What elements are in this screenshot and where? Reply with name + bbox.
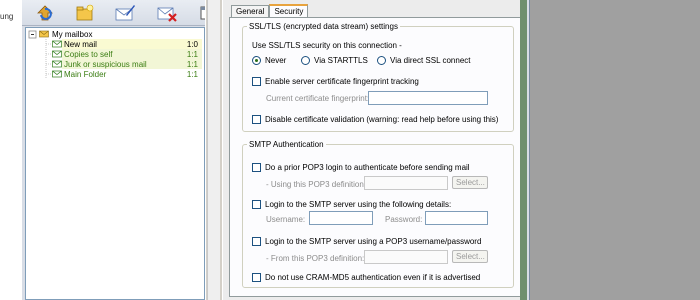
background-window: ung <box>0 0 22 300</box>
tree-item-count: 1:1 <box>186 69 198 79</box>
tree-item-label: Main Folder <box>64 69 107 79</box>
disable-validation-label: Disable certificate validation (warning:… <box>265 115 499 124</box>
pop3-select-button[interactable]: Select... <box>452 176 488 189</box>
smtp-login-checkbox[interactable] <box>252 200 261 209</box>
pop3-from-select-button[interactable]: Select... <box>452 250 488 263</box>
ssl-use-label: Use SSL/TLS security on this connection … <box>252 41 402 50</box>
smtp-pop3-login-checkbox[interactable] <box>252 237 261 246</box>
settings-dialog: General Security SSL/TLS (encrypted data… <box>222 0 524 300</box>
window-edge <box>520 0 527 300</box>
smtp-pop3-login-label: Login to the SMTP server using a POP3 us… <box>265 237 482 246</box>
pop3-before-label: Do a prior POP3 login to authenticate be… <box>265 163 470 172</box>
tree-root-mailbox[interactable]: My mailbox <box>26 29 204 39</box>
folder-mail-icon <box>52 50 62 58</box>
radio-starttls[interactable] <box>301 56 310 65</box>
fingerprint-input[interactable] <box>368 91 488 105</box>
password-input[interactable] <box>425 211 488 225</box>
tree-item-junk-mail[interactable]: Junk or suspicious mail 1:1 <box>26 59 204 69</box>
folder-mail-icon <box>52 70 62 78</box>
pop3-from-definition-label: - From this POP3 definition: <box>266 254 365 263</box>
tab-strip: General Security <box>231 4 309 18</box>
pop3-definition-input[interactable] <box>364 176 448 190</box>
tree-item-count: 1:0 <box>186 39 198 49</box>
pop3-definition-label: - Using this POP3 definition: <box>266 180 367 189</box>
no-crammd5-label: Do not use CRAM-MD5 authentication even … <box>265 273 481 282</box>
tree-item-count: 1:1 <box>186 49 198 59</box>
radio-never[interactable] <box>252 56 261 65</box>
security-panel: SSL/TLS (encrypted data stream) settings… <box>229 17 521 297</box>
tab-security[interactable]: Security <box>269 4 309 18</box>
delete-icon[interactable] <box>154 1 180 25</box>
toolbar <box>22 0 222 26</box>
folder-tree: My mailbox New mail 1:0 Copies to self 1… <box>25 27 205 300</box>
radio-starttls-label: Via STARTTLS <box>314 56 368 65</box>
password-label: Password: <box>385 215 423 224</box>
tree-item-count: 1:1 <box>186 59 198 69</box>
pop3-from-definition-input[interactable] <box>364 250 448 264</box>
folder-mail-icon <box>52 60 62 68</box>
radio-direct-ssl[interactable] <box>377 56 386 65</box>
smtp-login-label: Login to the SMTP server using the follo… <box>265 200 452 209</box>
username-input[interactable] <box>309 211 373 225</box>
mailbox-icon <box>39 30 49 38</box>
radio-never-label: Never <box>265 56 287 65</box>
vertical-scrollbar[interactable] <box>207 0 220 300</box>
tree-item-label: Copies to self <box>64 49 113 59</box>
pop3-before-checkbox[interactable] <box>252 163 261 172</box>
tree-root-label: My mailbox <box>52 29 93 39</box>
tree-item-new-mail[interactable]: New mail 1:0 <box>26 39 204 49</box>
fingerprint-field-label: Current certificate fingerprint: <box>266 94 370 103</box>
fingerprint-tracking-checkbox[interactable] <box>252 77 261 86</box>
tree-item-main-folder[interactable]: Main Folder 1:1 <box>26 69 204 79</box>
username-label: Username: <box>266 215 306 224</box>
refresh-icon[interactable] <box>32 1 58 25</box>
mail-client-window: My mailbox New mail 1:0 Copies to self 1… <box>22 0 530 300</box>
radio-direct-ssl-label: Via direct SSL connect <box>390 56 471 65</box>
tree-item-label: Junk or suspicious mail <box>64 59 147 69</box>
folder-mail-icon <box>52 40 62 48</box>
background-text: ung <box>0 12 14 21</box>
ssl-group-legend: SSL/TLS (encrypted data stream) settings <box>249 22 398 31</box>
new-folder-icon[interactable] <box>72 1 98 25</box>
disable-validation-checkbox[interactable] <box>252 115 261 124</box>
tree-item-copies-to-self[interactable]: Copies to self 1:1 <box>26 49 204 59</box>
no-crammd5-checkbox[interactable] <box>252 273 261 282</box>
tree-item-label: New mail <box>64 39 97 49</box>
smtp-group-legend: SMTP Authentication <box>249 140 324 149</box>
fingerprint-tracking-label: Enable server certificate fingerprint tr… <box>265 77 419 86</box>
compose-icon[interactable] <box>112 1 138 25</box>
